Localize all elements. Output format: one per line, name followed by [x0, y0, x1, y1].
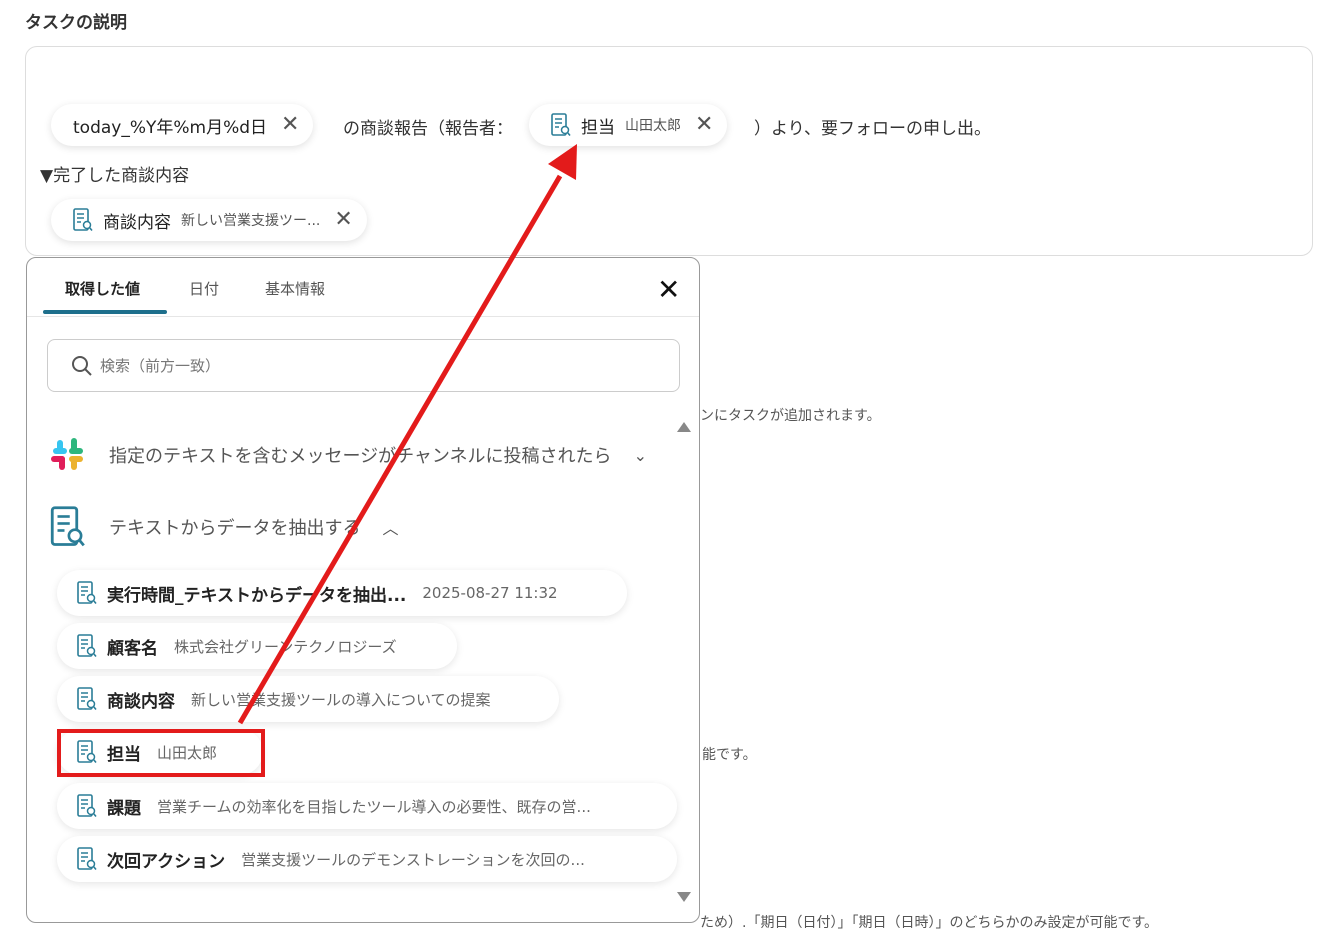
chevron-down-icon[interactable]: ⌄ [634, 446, 647, 465]
section-title: タスクの説明 [25, 13, 127, 33]
search-input[interactable]: 検索（前方一致） [47, 339, 680, 392]
document-search-icon [49, 506, 87, 548]
list-item[interactable]: 実行時間_テキストからデータを抽出... 2025-08-27 11:32 [57, 570, 627, 616]
item-label: 次回アクション [107, 851, 226, 872]
background-text: ンにタスクが追加されます。 [700, 408, 881, 424]
document-search-icon [551, 113, 571, 137]
document-search-icon [77, 740, 97, 764]
list-item[interactable]: 課題 営業チームの効率化を目指したツール導入の必要性、既存の営... [57, 783, 677, 829]
value-picker-popup: 取得した値 日付 基本情報 ✕ 検索（前方一致） 指定のテキストを含むメッセージ… [26, 257, 700, 923]
background-text: ため）.「期日（日付）」「期日（日時）」のどちらかのみ設定が可能です。 [700, 915, 1159, 931]
token-label: 商談内容 [103, 212, 171, 233]
token-label: 担当 [581, 117, 615, 138]
item-value: 山田太郎 [157, 743, 218, 762]
tab-basic-info[interactable]: 基本情報 [265, 278, 325, 299]
document-search-icon [77, 581, 97, 605]
scroll-up-icon[interactable] [677, 422, 691, 432]
document-search-icon [77, 794, 97, 818]
search-placeholder: 検索（前方一致） [100, 357, 221, 375]
item-label: 担当 [107, 744, 141, 765]
close-icon[interactable]: ✕ [334, 209, 352, 231]
document-search-icon [77, 847, 97, 871]
item-value: 新しい営業支援ツールの導入についての提案 [191, 690, 491, 709]
scroll-down-icon[interactable] [677, 892, 691, 902]
editor-text: の商談報告（報告者： [343, 119, 513, 139]
list-item[interactable]: 次回アクション 営業支援ツールのデモンストレーションを次回の... [57, 836, 677, 882]
chevron-up-icon[interactable]: ︿ [382, 515, 398, 539]
item-value: 2025-08-27 11:32 [422, 584, 558, 602]
close-icon[interactable]: ✕ [281, 114, 299, 136]
editor-text: ）より、要フォローの申し出。 [754, 119, 991, 139]
tab-date[interactable]: 日付 [189, 278, 219, 299]
tab-acquired-values[interactable]: 取得した値 [65, 278, 140, 299]
date-token-label: today_%Y年%m月%d日 [73, 117, 268, 138]
token-value: 山田太郎 [625, 118, 681, 134]
search-icon [72, 355, 92, 376]
document-search-icon [77, 634, 97, 658]
close-icon[interactable]: ✕ [695, 114, 713, 136]
divider [27, 316, 699, 317]
date-token[interactable]: today_%Y年%m月%d日 ✕ [51, 104, 314, 146]
assignee-token[interactable]: 担当 山田太郎 ✕ [529, 104, 728, 146]
list-item[interactable]: 商談内容 新しい営業支援ツールの導入についての提案 [57, 676, 559, 722]
item-label: 顧客名 [107, 638, 158, 659]
list-item[interactable]: 顧客名 株式会社グリーンテクノロジーズ [57, 623, 457, 669]
item-label: 実行時間_テキストからデータを抽出... [107, 585, 407, 606]
content-token[interactable]: 商談内容 新しい営業支援ツー... ✕ [51, 199, 367, 241]
item-value: 営業チームの効率化を目指したツール導入の必要性、既存の営... [157, 797, 591, 816]
task-description-editor[interactable]: today_%Y年%m月%d日 ✕ の商談報告（報告者： 担当 山田太郎 ✕ ）… [25, 46, 1313, 256]
active-tab-indicator [43, 310, 167, 314]
item-label: 商談内容 [107, 691, 175, 712]
token-value: 新しい営業支援ツー... [181, 213, 321, 229]
group-title: テキストからデータを抽出する [109, 518, 361, 539]
list-item-assignee[interactable]: 担当 山田太郎 [57, 729, 263, 775]
item-label: 課題 [107, 798, 141, 819]
background-text: 能です。 [702, 747, 757, 763]
close-icon[interactable]: ✕ [657, 276, 680, 304]
document-search-icon [73, 208, 93, 232]
group-title: 指定のテキストを含むメッセージがチャンネルに投稿されたら [109, 446, 612, 467]
group-slack-trigger[interactable]: 指定のテキストを含むメッセージがチャンネルに投稿されたら ⌄ [49, 436, 647, 474]
item-value: 株式会社グリーンテクノロジーズ [174, 637, 397, 656]
item-value: 営業支援ツールのデモンストレーションを次回の... [241, 850, 585, 869]
group-extract-data[interactable]: テキストからデータを抽出する ︿ [49, 506, 398, 548]
document-search-icon [77, 687, 97, 711]
slack-icon [51, 438, 83, 470]
editor-heading: ▼完了した商談内容 [40, 166, 190, 186]
